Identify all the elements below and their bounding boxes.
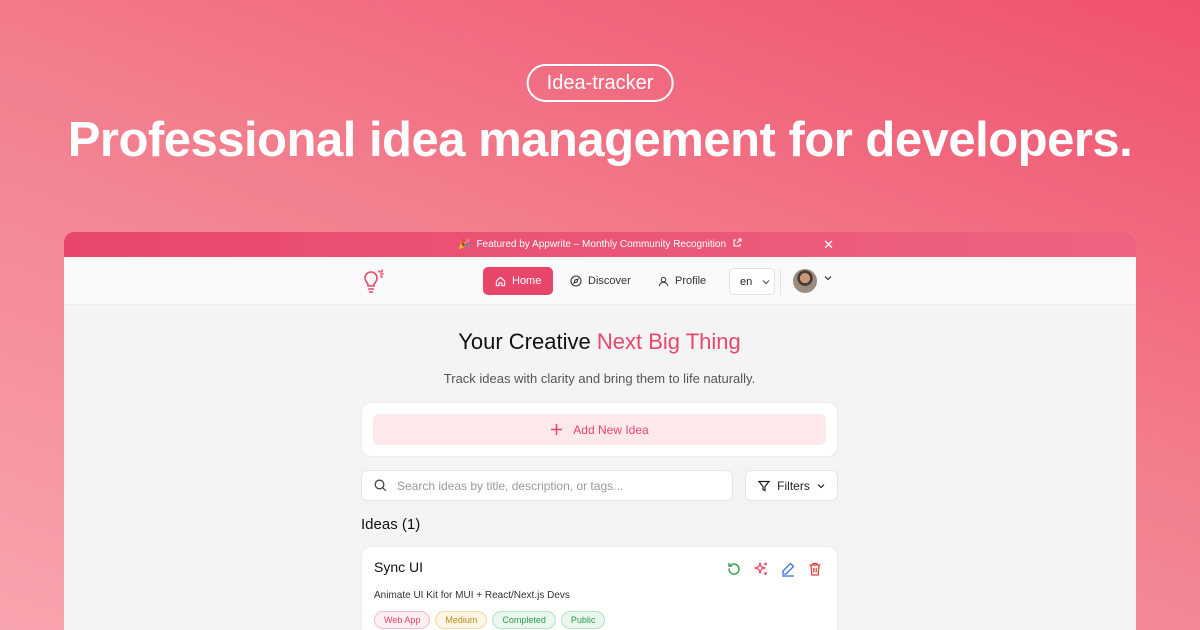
language-select[interactable]: en [729, 268, 775, 295]
tag-priority: Medium [435, 611, 488, 629]
search-icon [374, 479, 387, 492]
idea-card[interactable]: Sync UI Animate UI Kit for MUI + React/N… [361, 546, 838, 630]
trash-icon[interactable] [807, 561, 823, 577]
headline-prefix: Your Creative [458, 329, 591, 354]
add-idea-card: Add New Idea [361, 402, 838, 457]
main-content: Your Creative Next Big Thing Track ideas… [361, 305, 838, 630]
page-headline: Your Creative Next Big Thing [361, 329, 838, 355]
headline-accent: Next Big Thing [596, 329, 741, 354]
user-icon [658, 276, 669, 286]
home-icon [495, 276, 506, 286]
page-subtitle: Track ideas with clarity and bring them … [443, 371, 756, 386]
idea-description: Animate UI Kit for MUI + React/Next.js D… [374, 590, 570, 601]
edit-icon[interactable] [780, 561, 796, 577]
nav-profile-label: Profile [675, 275, 707, 287]
search-row: Filters [361, 470, 838, 501]
hero-badge: Idea-tracker [526, 64, 674, 102]
banner-text: Featured by Appwrite – Monthly Community… [476, 239, 727, 250]
refresh-icon[interactable] [726, 561, 742, 577]
tag-web-app: Web App [374, 611, 431, 629]
tag-status: Completed [492, 611, 556, 629]
chevron-down-icon [817, 483, 825, 488]
filters-button[interactable]: Filters [745, 470, 838, 501]
plus-icon [551, 424, 563, 435]
lightbulb-logo-icon[interactable] [362, 268, 386, 294]
compass-icon [570, 275, 582, 287]
search-input[interactable] [397, 478, 717, 493]
external-link-icon[interactable] [732, 238, 742, 251]
chevron-down-icon [762, 279, 770, 284]
add-new-idea-label: Add New Idea [573, 422, 649, 437]
featured-banner: 🎉 Featured by Appwrite – Monthly Communi… [64, 232, 1136, 257]
hero-title: Professional idea management for develop… [67, 113, 1133, 167]
idea-actions [726, 561, 823, 577]
filter-icon [758, 480, 771, 491]
add-new-idea-button[interactable]: Add New Idea [373, 414, 826, 445]
tag-visibility: Public [560, 611, 606, 629]
idea-tags: Web App Medium Completed Public [374, 611, 825, 629]
ideas-heading: Ideas (1) [361, 516, 421, 533]
nav-profile-button[interactable]: Profile [646, 267, 718, 295]
nav-discover-label: Discover [588, 275, 631, 287]
app-window: 🎉 Featured by Appwrite – Monthly Communi… [64, 232, 1136, 630]
nav-home-button[interactable]: Home [483, 267, 554, 295]
language-value: en [740, 275, 753, 288]
nav-discover-button[interactable]: Discover [558, 267, 643, 295]
nav-home-label: Home [512, 275, 542, 287]
account-chevron-down-icon[interactable] [823, 274, 833, 282]
divider [780, 269, 781, 295]
sparkles-icon[interactable] [753, 561, 769, 577]
navbar: Home Discover Profile en [64, 257, 1136, 305]
avatar[interactable] [793, 269, 817, 293]
party-popper-icon: 🎉 [457, 239, 471, 250]
search-box [361, 470, 733, 501]
banner-close-button[interactable]: ✕ [823, 237, 834, 253]
filters-label: Filters [777, 478, 810, 493]
